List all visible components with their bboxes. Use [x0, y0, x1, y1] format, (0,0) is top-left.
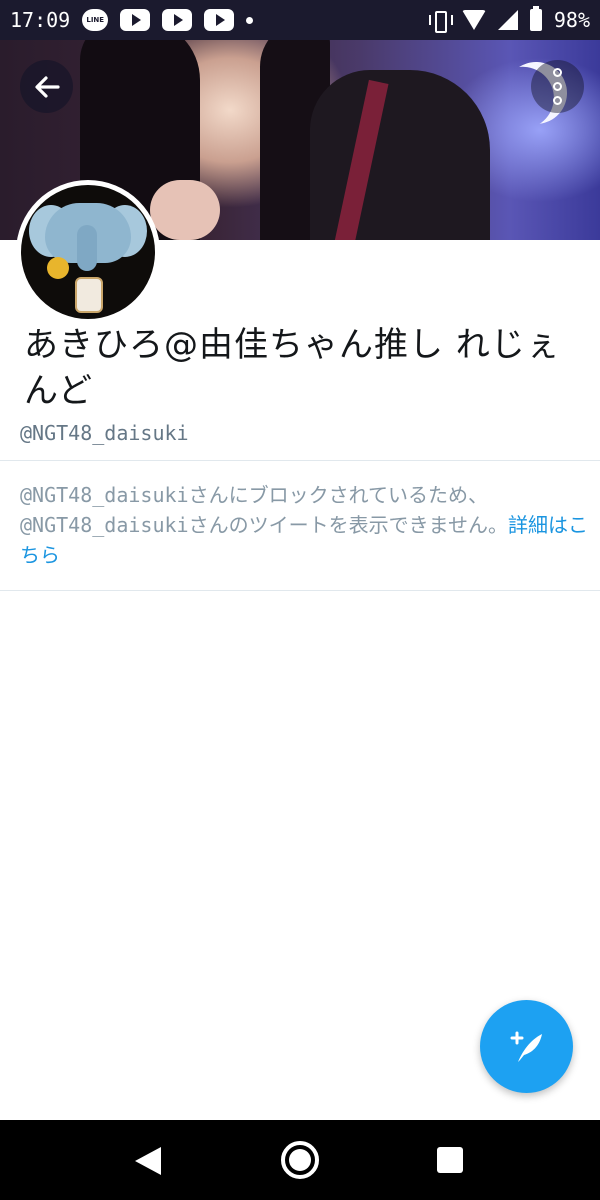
line-icon-label: LINE: [86, 16, 105, 24]
status-left: 17:09 LINE: [10, 8, 254, 32]
back-button[interactable]: [20, 60, 73, 113]
banner-photo-detail: [310, 70, 490, 240]
home-circle-icon[interactable]: [281, 1141, 319, 1179]
system-navigation-bar: [0, 1120, 600, 1200]
line-icon: LINE: [82, 9, 109, 31]
status-bar: 17:09 LINE 98%: [0, 0, 600, 40]
compose-tweet-icon: [510, 1031, 542, 1062]
youtube-icon: [162, 9, 193, 31]
more-vertical-icon: [553, 68, 562, 105]
status-time: 17:09: [10, 8, 71, 32]
youtube-icon: [204, 9, 235, 31]
display-name: あきひろ@由佳ちゃん推し れじぇんど: [24, 325, 561, 411]
signal-icon: [497, 10, 518, 30]
battery-level: 98%: [553, 8, 590, 32]
arrow-left-icon: [34, 75, 60, 98]
compose-tweet-button[interactable]: [480, 1000, 573, 1093]
dot-icon: [246, 16, 254, 24]
banner-photo-detail: [150, 180, 220, 240]
avatar-detail: [75, 277, 103, 313]
divider: [0, 460, 600, 461]
vibrate-icon: [428, 9, 453, 33]
avatar-detail: [47, 257, 69, 279]
more-options-button[interactable]: [531, 60, 584, 113]
divider: [0, 590, 600, 591]
back-triangle-icon[interactable]: [135, 1147, 161, 1175]
avatar-detail: [77, 225, 97, 271]
avatar[interactable]: [16, 180, 160, 324]
recents-square-icon[interactable]: [437, 1147, 463, 1173]
user-handle: @NGT48_daisuki: [20, 421, 189, 445]
wifi-icon: [461, 10, 486, 30]
status-right: 98%: [428, 6, 590, 33]
battery-icon: [529, 6, 542, 31]
youtube-icon: [120, 9, 151, 31]
blocked-notice: @NGT48_daisukiさんにブロックされているため、@NGT48_dais…: [20, 480, 590, 570]
avatar-image: [21, 185, 155, 319]
blocked-notice-text: @NGT48_daisukiさんにブロックされているため、@NGT48_dais…: [20, 483, 508, 537]
